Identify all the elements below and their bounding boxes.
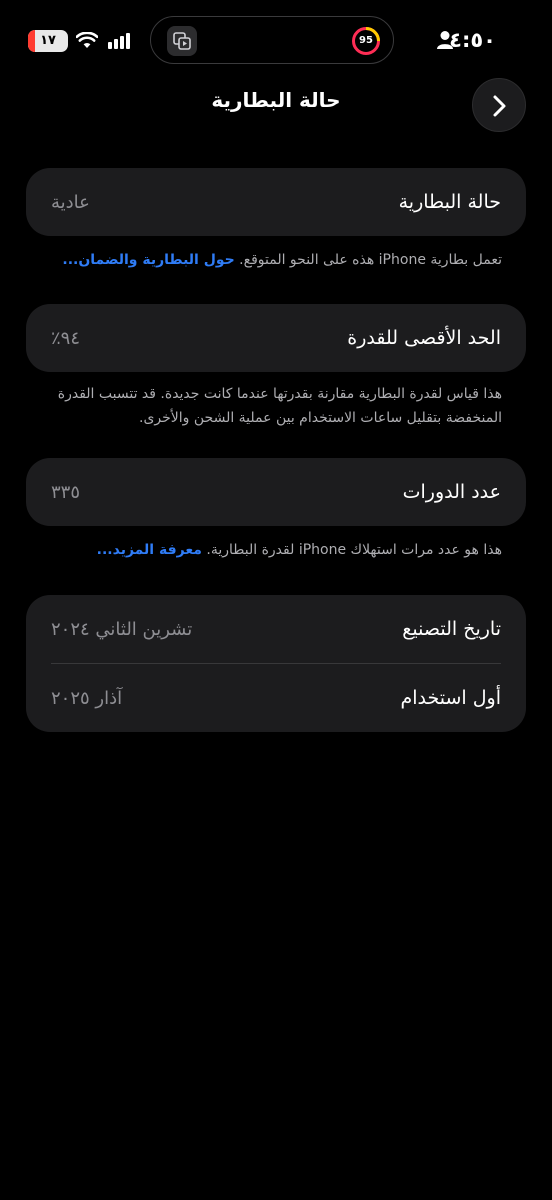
max-capacity-footnote: هذا قياس لقدرة البطارية مقارنة بقدرتها ع… <box>57 386 502 426</box>
max-capacity-card: الحد الأقصى للقدرة ٩٤٪ <box>26 304 526 372</box>
back-button[interactable] <box>472 78 526 132</box>
battery-health-footnote: تعمل بطارية iPhone هذه على النحو المتوقع… <box>52 248 502 272</box>
first-use-value: آذار ٢٠٢٥ <box>51 687 123 709</box>
cycle-count-label: عدد الدورات <box>402 481 501 503</box>
battery-health-row: حالة البطارية عادية <box>26 168 526 236</box>
dates-card: تاريخ التصنيع تشرين الثاني ٢٠٢٤ أول استخ… <box>26 595 526 732</box>
first-use-row: أول استخدام آذار ٢٠٢٥ <box>26 664 526 732</box>
cycle-count-footnote-text: هذا هو عدد مرات استهلاك iPhone لقدرة الب… <box>201 542 502 558</box>
cycle-count-value: ٣٣٥ <box>51 481 81 503</box>
first-use-label: أول استخدام <box>400 687 501 709</box>
page-title: حالة البطارية <box>211 88 341 112</box>
battery-health-card: حالة البطارية عادية <box>26 168 526 236</box>
dynamic-island[interactable]: 95 <box>150 16 394 64</box>
activity-ring-value: 95 <box>359 35 373 46</box>
signal-icon <box>108 33 130 49</box>
battery-health-label: حالة البطارية <box>398 191 501 213</box>
max-capacity-value: ٩٤٪ <box>51 327 81 349</box>
cycle-count-card: عدد الدورات ٣٣٥ <box>26 458 526 526</box>
app-icon[interactable] <box>167 26 197 56</box>
battery-percentage: ١٧ <box>40 33 56 48</box>
learn-more-link[interactable]: معرفة المزيد... <box>97 542 202 558</box>
wifi-icon <box>76 32 98 48</box>
max-capacity-label: الحد الأقصى للقدرة <box>347 327 501 349</box>
cycle-count-footnote: هذا هو عدد مرات استهلاك iPhone لقدرة الب… <box>52 538 502 562</box>
status-time: ٤:٥٠ <box>449 28 496 52</box>
manufacture-date-label: تاريخ التصنيع <box>402 618 501 640</box>
chevron-right-icon <box>493 95 506 117</box>
status-bar: ١٧ 95 ٤:٥٠ <box>0 0 552 80</box>
manufacture-date-row: تاريخ التصنيع تشرين الثاني ٢٠٢٤ <box>26 595 526 663</box>
max-capacity-row: الحد الأقصى للقدرة ٩٤٪ <box>26 304 526 372</box>
battery-health-footnote-text: تعمل بطارية iPhone هذه على النحو المتوقع… <box>234 252 502 268</box>
cycle-count-row: عدد الدورات ٣٣٥ <box>26 458 526 526</box>
battery-icon: ١٧ <box>28 30 68 52</box>
battery-warranty-link[interactable]: حول البطارية والضمان... <box>62 252 234 268</box>
manufacture-date-value: تشرين الثاني ٢٠٢٤ <box>51 618 193 640</box>
battery-health-value: عادية <box>51 191 90 213</box>
